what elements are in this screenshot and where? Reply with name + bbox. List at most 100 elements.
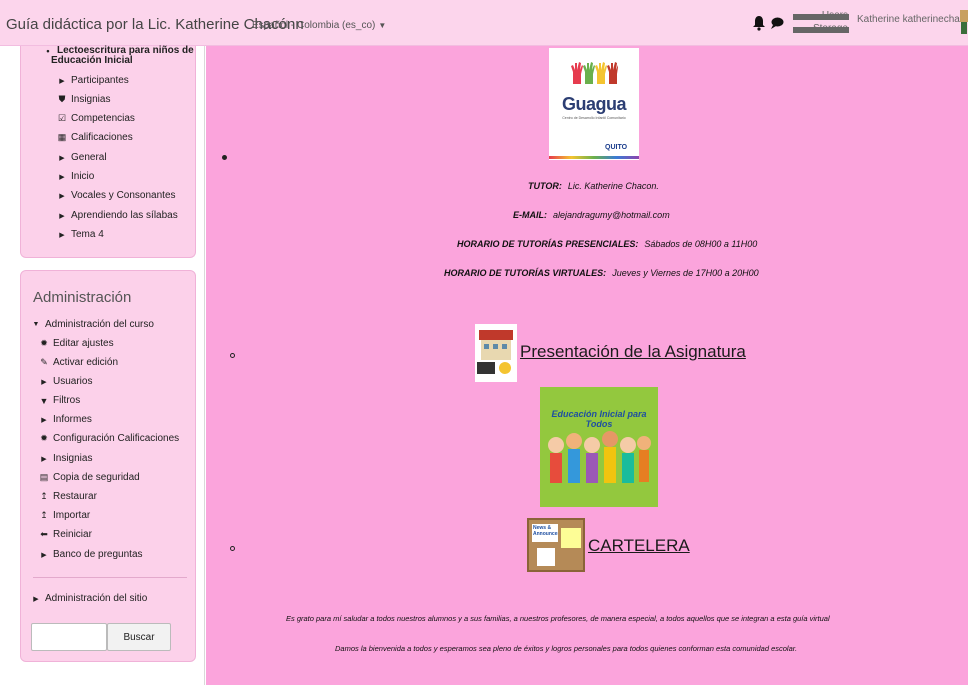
caret-right-icon: ▶ xyxy=(59,212,65,220)
welcome-paragraph-1: Es grato para mí saludar a todos nuestro… xyxy=(286,614,830,623)
top-navbar: Guía didáctica por la Lic. Katherine Cha… xyxy=(0,0,968,46)
divider xyxy=(33,577,187,578)
sidebar-item-general[interactable]: ▶ General xyxy=(57,152,106,163)
upload-icon: ↥ xyxy=(40,510,48,520)
storage-usage-bar xyxy=(793,27,849,33)
sidebar-item-copia-seguridad[interactable]: ▤ Copia de seguridad xyxy=(39,472,140,483)
sidebar-item-insignias-admin[interactable]: ▶ Insignias xyxy=(39,453,92,464)
caret-right-icon: ▶ xyxy=(59,154,65,162)
tutor-line: TUTOR: Lic. Katherine Chacon. xyxy=(528,181,659,191)
cartelera-note: News & Announcements xyxy=(532,524,558,542)
arrow-left-icon: ⬅ xyxy=(40,529,48,539)
sidebar-item-calificaciones[interactable]: ▦ Calificaciones xyxy=(57,132,133,143)
sidebar-item-vocales[interactable]: ▶ Vocales y Consonantes xyxy=(57,190,175,201)
language-label: Español - Colombia (es_co) xyxy=(252,20,376,31)
sidebar-item-course-line2[interactable]: Educación Inicial xyxy=(51,55,133,66)
sidebar-item-informes[interactable]: ▶ Informes xyxy=(39,414,92,425)
chat-bubble-icon[interactable] xyxy=(770,16,784,30)
sidebar-item-filtros[interactable]: ▼ Filtros xyxy=(39,395,81,406)
caret-right-icon: ▶ xyxy=(33,595,39,603)
bell-icon[interactable] xyxy=(752,15,766,31)
sidebar-item-inicio[interactable]: ▶ Inicio xyxy=(57,171,94,182)
presentation-link[interactable]: Presentación de la Asignatura xyxy=(520,342,746,362)
sidebar-item-importar[interactable]: ↥ Importar xyxy=(39,510,90,521)
guagua-logo: Guagua Centro de Desarrollo Infantil Com… xyxy=(549,48,639,160)
caret-right-icon: ▶ xyxy=(59,192,65,200)
tutor-label: TUTOR: xyxy=(528,181,562,191)
list-bullet-ring xyxy=(230,353,235,358)
caret-right-icon: ▶ xyxy=(59,77,65,85)
filter-icon: ▼ xyxy=(39,395,49,406)
virtual-value: Jueves y Viernes de 17H00 a 20H00 xyxy=(612,268,759,278)
welcome-paragraph-2: Damos la bienvenida a todos y esperamos … xyxy=(335,644,798,653)
sidebar-item-banco-preguntas[interactable]: ▶ Banco de preguntas xyxy=(39,549,142,560)
caret-right-icon: ▶ xyxy=(41,416,47,424)
presentation-thumbnail[interactable] xyxy=(475,324,517,382)
course-navigation-block: • Lectoescritura para niños de Educación … xyxy=(20,45,196,258)
gear-icon: ✹ xyxy=(40,433,48,443)
quito-logo: QUITO xyxy=(605,144,628,151)
sidebar-item-reiniciar[interactable]: ⬅ Reiniciar xyxy=(39,529,92,540)
logo-color-strip xyxy=(549,156,639,159)
presencial-line: HORARIO DE TUTORÍAS PRESENCIALES: Sábados… xyxy=(457,239,757,249)
list-bullet-ring xyxy=(230,546,235,551)
school-building-icon xyxy=(477,330,513,374)
language-selector[interactable]: Español - Colombia (es_co) ▼ xyxy=(252,20,386,31)
email-value: alejandragumy@hotmail.com xyxy=(553,210,670,220)
children-illustration-icon xyxy=(548,431,651,483)
content-separator xyxy=(204,46,205,685)
sidebar-item-activar-edicion[interactable]: ✎ Activar edición xyxy=(39,357,118,368)
sidebar-item-restaurar[interactable]: ↥ Restaurar xyxy=(39,491,97,502)
sidebar-item-competencias[interactable]: ☑ Competencias xyxy=(57,113,135,124)
sticky-note xyxy=(561,528,581,548)
caret-down-icon: ▼ xyxy=(32,321,40,328)
table-icon: ▦ xyxy=(57,132,67,142)
file-icon: ▤ xyxy=(39,472,49,482)
administration-title: Administración xyxy=(33,289,132,306)
avatar[interactable] xyxy=(960,10,968,34)
logo-word: Guagua xyxy=(561,94,627,114)
bullet-icon: • xyxy=(46,45,50,56)
caret-right-icon: ▶ xyxy=(59,173,65,181)
administration-block: Administración ▼ Administración del curso… xyxy=(20,270,196,662)
pencil-icon: ✎ xyxy=(40,357,48,367)
search-input[interactable] xyxy=(31,623,107,651)
sidebar-item-insignias[interactable]: ⛊ Insignias xyxy=(57,94,111,105)
virtual-line: HORARIO DE TUTORÍAS VIRTUALES: Jueves y V… xyxy=(444,268,759,278)
paper-note xyxy=(537,548,555,566)
sidebar-item-config-calificaciones[interactable]: ✹ Configuración Calificaciones xyxy=(39,433,179,444)
upload-icon: ↥ xyxy=(40,491,48,501)
cartelera-thumbnail[interactable]: News & Announcements xyxy=(527,518,585,572)
chevron-down-icon: ▼ xyxy=(378,21,387,30)
users-usage-bar xyxy=(793,14,849,20)
email-label: E-MAIL: xyxy=(513,210,547,220)
user-menu[interactable]: Katherine katherinechacon xyxy=(857,14,968,25)
education-image-text: Educación Inicial para Todos xyxy=(551,409,647,429)
list-bullet xyxy=(222,155,227,160)
education-image[interactable]: Educación Inicial para Todos xyxy=(540,387,658,507)
caret-right-icon: ▶ xyxy=(41,551,47,559)
tutor-value: Lic. Katherine Chacon. xyxy=(567,181,659,191)
caret-right-icon: ▶ xyxy=(59,231,65,239)
caret-right-icon: ▶ xyxy=(41,455,47,463)
email-line: E-MAIL: alejandragumy@hotmail.com xyxy=(513,210,670,220)
gear-icon: ✹ xyxy=(40,338,48,348)
sidebar-item-admin-sitio[interactable]: ▶ Administración del sitio xyxy=(31,593,147,604)
sidebar-item-usuarios[interactable]: ▶ Usuarios xyxy=(39,376,92,387)
shield-icon: ⛊ xyxy=(58,94,66,104)
main-content: Guagua Centro de Desarrollo Infantil Com… xyxy=(206,46,968,685)
logo-subtitle: Centro de Desarrollo Infantil Comunitari… xyxy=(562,116,626,120)
sidebar-item-tema4[interactable]: ▶ Tema 4 xyxy=(57,229,104,240)
checkbox-icon: ☑ xyxy=(57,113,67,123)
hands-logo-icon xyxy=(571,62,618,84)
search-button[interactable]: Buscar xyxy=(107,623,171,651)
sidebar-item-silabas[interactable]: ▶ Aprendiendo las sílabas xyxy=(57,210,177,221)
cartelera-link[interactable]: CARTELERA xyxy=(588,536,690,556)
presencial-label: HORARIO DE TUTORÍAS PRESENCIALES: xyxy=(457,239,639,249)
sidebar-item-participantes[interactable]: ▶ Participantes xyxy=(57,75,129,86)
presencial-value: Sábados de 08H00 a 11H00 xyxy=(644,239,758,249)
sidebar-item-editar-ajustes[interactable]: ✹ Editar ajustes xyxy=(39,338,113,349)
sidebar-item-admin-curso[interactable]: ▼ Administración del curso xyxy=(31,319,154,330)
caret-right-icon: ▶ xyxy=(41,378,47,386)
virtual-label: HORARIO DE TUTORÍAS VIRTUALES: xyxy=(444,268,607,278)
